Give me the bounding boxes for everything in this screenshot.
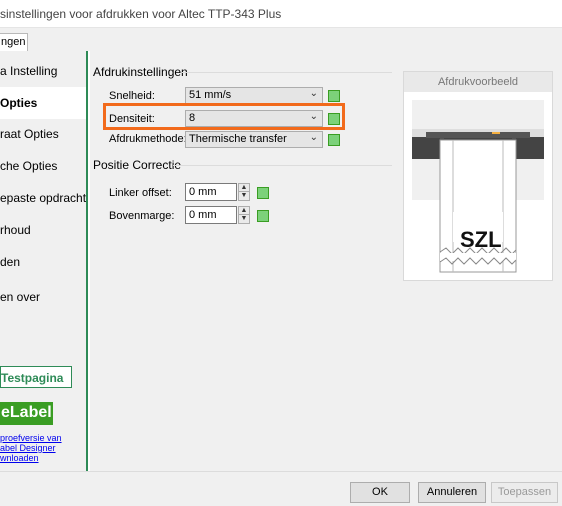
- ok-button[interactable]: OK: [350, 482, 410, 503]
- arrow-down-icon[interactable]: ▼: [239, 192, 249, 200]
- sidebar-item-basic-settings[interactable]: a Instelling: [0, 55, 86, 87]
- print-method-printer-default-icon[interactable]: [328, 134, 340, 146]
- chevron-down-icon: ⌄: [309, 88, 318, 99]
- sidebar-item-maintenance[interactable]: rhoud: [0, 214, 86, 246]
- top-margin-printer-default-icon[interactable]: [257, 210, 269, 222]
- arrow-up-icon[interactable]: ▲: [239, 207, 249, 215]
- print-method-select[interactable]: Thermische transfer ⌄: [185, 131, 323, 148]
- group-divider: [173, 165, 392, 166]
- dialog-button-bar: OK Annuleren Toepassen: [0, 471, 562, 506]
- print-settings-group-title: Afdrukinstellingen: [93, 65, 188, 79]
- promo-line[interactable]: proefversie van: [0, 433, 86, 443]
- left-offset-input[interactable]: 0 mm: [185, 183, 237, 201]
- sidebar-item-graphic-options[interactable]: che Opties: [0, 150, 86, 182]
- promo-line[interactable]: abel Designer: [0, 443, 86, 453]
- promo-line[interactable]: wnloaden: [0, 453, 86, 463]
- sidebar: a Instelling Opties raat Opties che Opti…: [0, 51, 88, 471]
- chevron-down-icon: ⌄: [309, 132, 318, 143]
- speed-label: Snelheid:: [109, 90, 155, 102]
- left-offset-label: Linker offset:: [109, 187, 172, 199]
- sidebar-item-about[interactable]: en over: [0, 281, 86, 313]
- sidebar-item-custom-commands[interactable]: epaste opdrachten: [0, 182, 86, 214]
- speed-printer-default-icon[interactable]: [328, 90, 340, 102]
- speed-select[interactable]: 51 mm/s ⌄: [185, 87, 323, 104]
- window-title: sinstellingen voor afdrukken voor Altec …: [0, 7, 282, 21]
- tab-row: ngen: [0, 28, 562, 51]
- printer-preview-graphic: SZL: [412, 100, 544, 273]
- position-correction-group-title: Positie Correctie: [93, 158, 182, 172]
- top-margin-spinner[interactable]: ▲ ▼: [238, 206, 250, 224]
- left-offset-printer-default-icon[interactable]: [257, 187, 269, 199]
- sidebar-item-device-options[interactable]: raat Opties: [0, 118, 86, 150]
- print-method-label: Afdrukmethode:: [109, 133, 187, 145]
- promo-link[interactable]: proefversie van abel Designer wnloaden: [0, 433, 86, 463]
- sidebar-item-tools[interactable]: den: [0, 246, 86, 278]
- print-preview-title: Afdrukvoorbeeld: [404, 72, 552, 92]
- density-highlight: [103, 103, 345, 130]
- arrow-down-icon[interactable]: ▼: [239, 215, 249, 223]
- print-method-value: Thermische transfer: [189, 133, 287, 145]
- title-bar: sinstellingen voor afdrukken voor Altec …: [0, 0, 562, 28]
- arrow-up-icon[interactable]: ▲: [239, 184, 249, 192]
- speed-value: 51 mm/s: [189, 89, 232, 101]
- left-offset-spinner[interactable]: ▲ ▼: [238, 183, 250, 201]
- logo: eLabel: [0, 402, 53, 425]
- apply-button[interactable]: Toepassen: [491, 482, 558, 503]
- group-divider: [182, 72, 392, 73]
- top-margin-input[interactable]: 0 mm: [185, 206, 237, 224]
- preview-label-text: SZL: [460, 227, 502, 252]
- cancel-button[interactable]: Annuleren: [418, 482, 486, 503]
- print-preview: Afdrukvoorbeeld SZL: [403, 71, 553, 281]
- tab-settings[interactable]: ngen: [0, 33, 28, 51]
- test-page-button[interactable]: Testpagina: [0, 366, 72, 388]
- settings-panel: Afdrukinstellingen Snelheid: 51 mm/s ⌄ D…: [90, 51, 562, 471]
- top-margin-label: Bovenmarge:: [109, 210, 175, 222]
- sidebar-item-options[interactable]: Opties: [0, 87, 86, 119]
